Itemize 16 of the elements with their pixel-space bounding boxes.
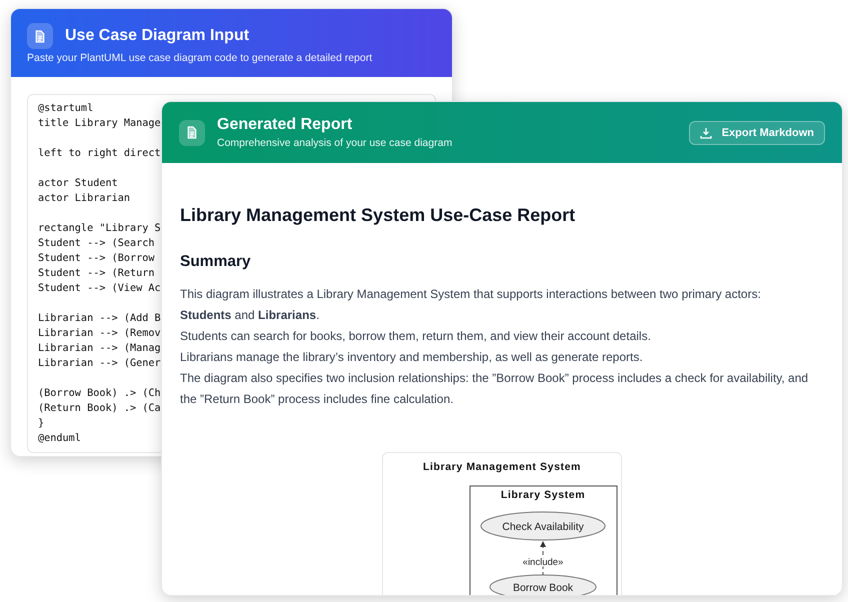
include-label: «include» bbox=[522, 557, 564, 568]
summary-text: Librarians manage the library’s inventory and membership, as well as generate reports. bbox=[180, 349, 644, 366]
boundary-label: Library System bbox=[500, 489, 586, 501]
window-subtitle: Comprehensive analysis of your use case diagram bbox=[217, 137, 454, 149]
window-title: Generated Report bbox=[217, 116, 354, 134]
use-case-label: Borrow Book bbox=[512, 582, 574, 594]
summary-text: The diagram also specifies two inclusion relationships: the ”Borrow Book” process includes a check for availability, and the ”Return Book” process includes fine calculation. bbox=[180, 370, 810, 408]
diagram-title: Library Management System bbox=[423, 461, 581, 473]
use-case-label: Check Availability bbox=[502, 521, 584, 533]
report-heading: Library Management System Use-Case Report bbox=[180, 205, 576, 226]
summary-text: Students and Librarians. bbox=[180, 307, 320, 324]
section-heading: Summary bbox=[180, 253, 252, 271]
window-title: Use Case Diagram Input bbox=[65, 27, 250, 45]
summary-text: This diagram illustrates a Library Management System that supports interactions between two primary actors: bbox=[180, 286, 762, 303]
window-subtitle: Paste your PlantUML use case diagram code to generate a detailed report bbox=[27, 52, 374, 64]
summary-text: Students can search for books, borrow them, return them, and view their account details. bbox=[180, 328, 652, 345]
